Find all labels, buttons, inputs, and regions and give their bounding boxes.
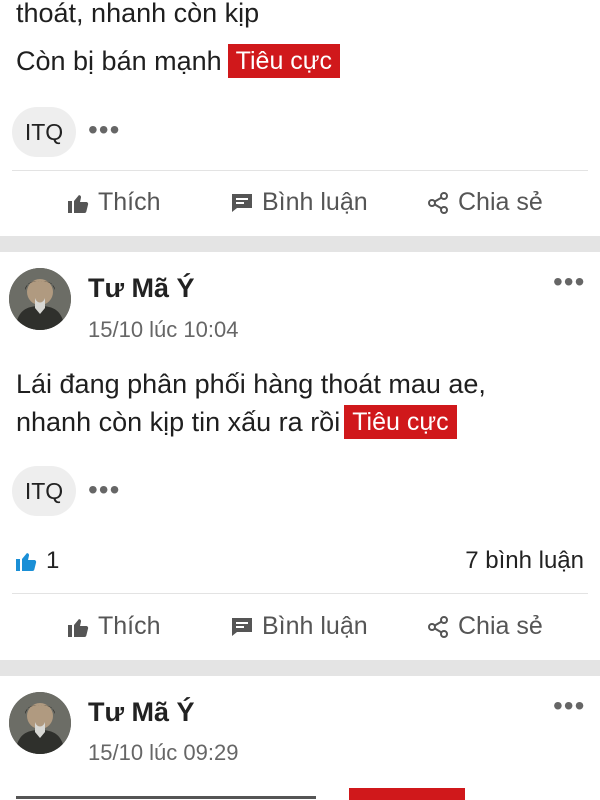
post-timestamp[interactable]: 15/10 lúc 10:04 bbox=[88, 317, 238, 343]
share-icon bbox=[428, 615, 448, 638]
post-timestamp[interactable]: 15/10 lúc 09:29 bbox=[88, 740, 238, 766]
author-name[interactable]: Tư Mã Ý bbox=[88, 273, 195, 304]
avatar-image bbox=[9, 692, 71, 754]
like-count-value: 1 bbox=[46, 547, 60, 574]
comment-icon bbox=[232, 193, 252, 212]
comment-label: Bình luận bbox=[262, 188, 368, 216]
post-text-line: Lái đang phân phối hàng thoát mau ae, bbox=[16, 369, 486, 399]
comment-button[interactable]: Bình luận bbox=[230, 612, 368, 641]
share-button[interactable]: Chia sẻ bbox=[426, 188, 543, 217]
more-icon[interactable]: ••• bbox=[553, 268, 585, 296]
avatar[interactable] bbox=[9, 692, 71, 754]
post-text: nhanh còn kịp tin xấu ra rồi bbox=[16, 407, 341, 437]
divider bbox=[12, 593, 588, 594]
post-text-line: Còn bị bán mạnh Tiêu cực bbox=[16, 42, 341, 80]
avatar-image bbox=[9, 268, 71, 330]
avatar[interactable] bbox=[9, 268, 71, 330]
divider bbox=[12, 170, 588, 171]
post-text-line: thoát, nhanh còn kịp bbox=[16, 0, 260, 28]
comment-button[interactable]: Bình luận bbox=[230, 188, 368, 217]
sentiment-tag-negative[interactable] bbox=[349, 788, 465, 800]
post-text-line: nhanh còn kịp tin xấu ra rồi Tiêu cực bbox=[16, 403, 457, 441]
comment-icon bbox=[232, 617, 252, 636]
more-icon[interactable]: ••• bbox=[553, 692, 585, 720]
stock-tag-chip[interactable]: ITQ bbox=[12, 107, 76, 157]
author-name[interactable]: Tư Mã Ý bbox=[88, 697, 195, 728]
share-label: Chia sẻ bbox=[458, 612, 543, 640]
post-separator bbox=[0, 660, 600, 676]
share-icon bbox=[428, 191, 448, 214]
post-text-cutoff bbox=[16, 792, 336, 800]
thumbs-up-icon bbox=[16, 553, 37, 571]
comment-count[interactable]: 7 bình luận bbox=[465, 547, 584, 575]
post-text: Còn bị bán mạnh bbox=[16, 46, 222, 76]
like-label: Thích bbox=[98, 612, 161, 640]
share-button[interactable]: Chia sẻ bbox=[426, 612, 543, 641]
more-icon[interactable]: ••• bbox=[88, 116, 120, 144]
like-label: Thích bbox=[98, 188, 161, 216]
comment-label: Bình luận bbox=[262, 612, 368, 640]
post-separator bbox=[0, 236, 600, 252]
like-button[interactable]: Thích bbox=[66, 612, 161, 641]
thumbs-up-icon bbox=[68, 194, 89, 213]
sentiment-tag-negative[interactable]: Tiêu cực bbox=[344, 405, 457, 439]
like-button[interactable]: Thích bbox=[66, 188, 161, 217]
sentiment-tag-negative[interactable]: Tiêu cực bbox=[227, 44, 341, 78]
thumbs-up-icon bbox=[68, 618, 89, 637]
share-label: Chia sẻ bbox=[458, 188, 543, 216]
more-icon[interactable]: ••• bbox=[88, 476, 120, 504]
like-count[interactable]: 1 bbox=[14, 547, 59, 575]
stock-tag-chip[interactable]: ITQ bbox=[12, 466, 76, 516]
